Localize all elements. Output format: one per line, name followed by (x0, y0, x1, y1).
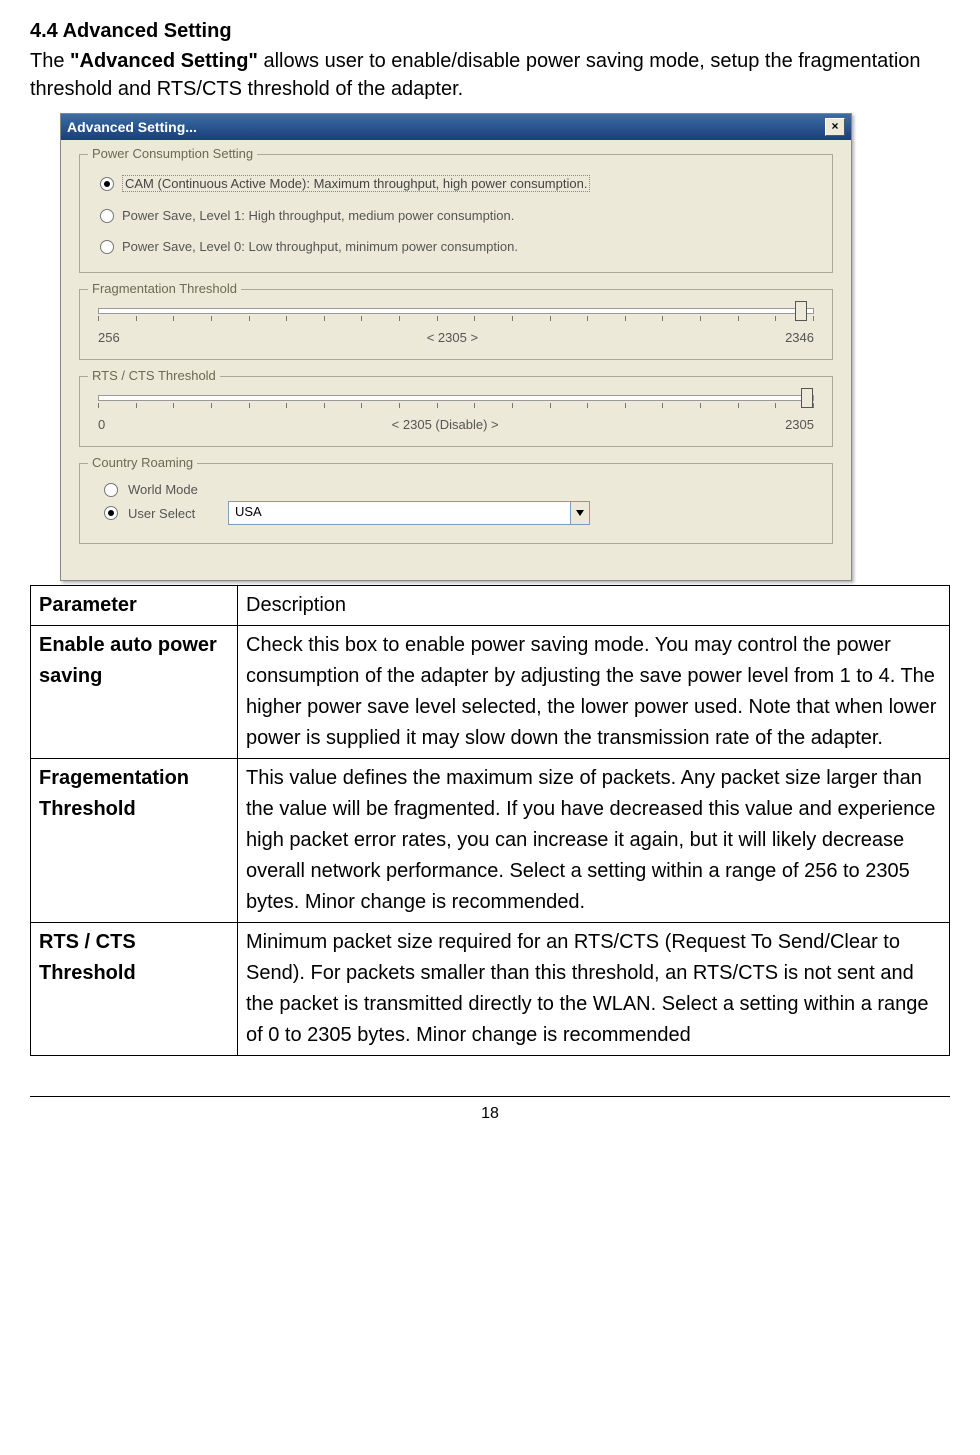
radio-icon (104, 506, 118, 520)
table-row: RTS / CTS Threshold Minimum packet size … (31, 923, 950, 1056)
group-power-consumption: Power Consumption Setting CAM (Continuou… (79, 154, 833, 273)
intro-paragraph: The "Advanced Setting" allows user to en… (30, 47, 950, 103)
group-country: Country Roaming World Mode User Select U… (79, 463, 833, 544)
group-label-country: Country Roaming (88, 455, 197, 470)
radio-user-select[interactable]: User Select USA (104, 501, 818, 525)
slider-thumb-icon[interactable] (795, 301, 807, 321)
radio-cam[interactable]: CAM (Continuous Active Mode): Maximum th… (100, 175, 818, 192)
group-rts: RTS / CTS Threshold 0 < 2305 (Disable) >… (79, 376, 833, 447)
slider-thumb-icon[interactable] (801, 388, 813, 408)
header-parameter: Parameter (31, 586, 238, 626)
frag-slider[interactable] (98, 308, 814, 314)
group-label-power: Power Consumption Setting (88, 146, 257, 161)
radio-icon (100, 240, 114, 254)
param-desc: Minimum packet size required for an RTS/… (238, 923, 950, 1056)
radio-icon (100, 177, 114, 191)
table-row: Parameter Description (31, 586, 950, 626)
radio-label-world: World Mode (128, 482, 198, 497)
radio-label-cam: CAM (Continuous Active Mode): Maximum th… (122, 175, 590, 192)
param-desc: This value defines the maximum size of p… (238, 759, 950, 923)
section-heading: 4.4 Advanced Setting (30, 20, 950, 43)
param-name: RTS / CTS Threshold (31, 923, 238, 1056)
radio-ps0[interactable]: Power Save, Level 0: Low throughput, min… (100, 239, 818, 254)
table-row: Fragementation Threshold This value defi… (31, 759, 950, 923)
intro-pre: The (30, 50, 70, 72)
table-row: Enable auto power saving Check this box … (31, 626, 950, 759)
radio-icon (104, 483, 118, 497)
group-label-rts: RTS / CTS Threshold (88, 368, 220, 383)
rts-max: 2305 (785, 417, 814, 432)
radio-icon (100, 209, 114, 223)
rts-slider[interactable] (98, 395, 814, 401)
frag-min: 256 (98, 330, 120, 345)
radio-world[interactable]: World Mode (104, 482, 818, 497)
dialog-titlebar[interactable]: Advanced Setting... × (61, 114, 851, 140)
country-value: USA (229, 502, 570, 524)
radio-ps1[interactable]: Power Save, Level 1: High throughput, me… (100, 208, 818, 223)
param-name: Enable auto power saving (31, 626, 238, 759)
radio-label-user: User Select (128, 506, 218, 521)
rts-value: < 2305 (Disable) > (105, 417, 785, 432)
radio-label-ps1: Power Save, Level 1: High throughput, me… (122, 208, 514, 223)
frag-max: 2346 (785, 330, 814, 345)
param-name: Fragementation Threshold (31, 759, 238, 923)
rts-labels: 0 < 2305 (Disable) > 2305 (94, 417, 818, 432)
country-dropdown[interactable]: USA (228, 501, 590, 525)
rts-min: 0 (98, 417, 105, 432)
advanced-setting-dialog: Advanced Setting... × Power Consumption … (60, 113, 852, 581)
page-number: 18 (30, 1096, 950, 1123)
parameter-table: Parameter Description Enable auto power … (30, 585, 950, 1056)
dialog-title: Advanced Setting... (67, 119, 197, 135)
close-button[interactable]: × (825, 118, 845, 136)
group-label-frag: Fragmentation Threshold (88, 281, 241, 296)
frag-ticks (94, 316, 818, 324)
intro-bold: "Advanced Setting" (70, 50, 258, 72)
param-desc: Check this box to enable power saving mo… (238, 626, 950, 759)
rts-ticks (94, 403, 818, 411)
frag-value: < 2305 > (120, 330, 785, 345)
chevron-down-icon[interactable] (570, 502, 589, 524)
radio-label-ps0: Power Save, Level 0: Low throughput, min… (122, 239, 518, 254)
frag-labels: 256 < 2305 > 2346 (94, 330, 818, 345)
group-fragmentation: Fragmentation Threshold 256 < 2305 > 234… (79, 289, 833, 360)
header-description: Description (238, 586, 950, 626)
